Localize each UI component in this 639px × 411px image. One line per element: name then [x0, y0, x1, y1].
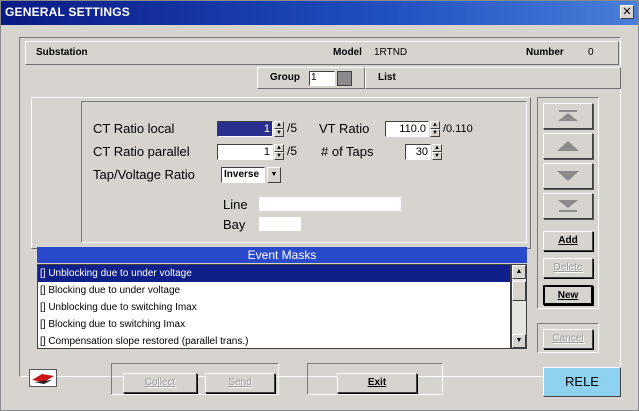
up-arrow-icon	[557, 141, 579, 151]
ct-ratio-local-input[interactable]: 1	[217, 121, 273, 137]
first-icon	[558, 110, 578, 121]
vt-ratio-spinner[interactable]: ▲ ▼	[430, 121, 440, 137]
taps-label: # of Taps	[321, 144, 374, 159]
list-item[interactable]: [] Unblocking due to under voltage	[38, 265, 510, 282]
group-panel: Group 1	[257, 67, 365, 89]
group-selector-button[interactable]	[337, 71, 352, 86]
event-masks-list[interactable]: [] Unblocking due to under voltage [] Bl…	[37, 264, 511, 349]
header-panel: Substation Model 1RTND Number 0	[25, 41, 619, 65]
general-settings-window: GENERAL SETTINGS ✕ Substation Model 1RTN…	[0, 0, 639, 411]
ct-ratio-parallel-unit: /5	[287, 144, 298, 158]
send-button[interactable]: Send	[205, 373, 275, 393]
title-bar: GENERAL SETTINGS ✕	[1, 1, 638, 25]
spin-down-icon[interactable]: ▼	[274, 129, 284, 137]
spin-up-icon[interactable]: ▲	[432, 144, 442, 152]
last-icon	[558, 200, 578, 212]
window-title: GENERAL SETTINGS	[5, 5, 130, 19]
vt-ratio-label: VT Ratio	[319, 121, 370, 136]
vt-ratio-unit: /0.110	[443, 123, 473, 135]
scroll-thumb[interactable]	[512, 281, 526, 301]
logo-icon	[32, 374, 54, 384]
ct-ratio-local-label: CT Ratio local	[93, 121, 175, 136]
ct-ratio-local-spinner[interactable]: ▲ ▼	[274, 121, 284, 137]
bay-label: Bay	[223, 217, 246, 232]
last-record-button[interactable]	[543, 193, 593, 219]
model-label: Model	[333, 47, 362, 58]
spin-down-icon[interactable]: ▼	[274, 152, 284, 160]
line-input[interactable]	[259, 197, 401, 211]
list-panel: List	[365, 67, 621, 89]
ct-ratio-parallel-input[interactable]: 1	[217, 144, 273, 160]
spin-up-icon[interactable]: ▲	[274, 144, 284, 152]
list-item[interactable]: [] Unblocking due to switching Imax	[38, 299, 510, 316]
model-value: 1RTND	[374, 47, 408, 58]
close-button[interactable]: ✕	[620, 5, 634, 19]
tap-voltage-ratio-label: Tap/Voltage Ratio	[93, 167, 195, 182]
collect-button[interactable]: Collect	[123, 373, 197, 393]
spin-up-icon[interactable]: ▲	[430, 121, 440, 129]
line-label: Line	[223, 197, 248, 212]
group-input[interactable]: 1	[309, 71, 335, 86]
scroll-up-icon[interactable]: ▲	[512, 265, 526, 279]
bay-input[interactable]	[259, 217, 301, 231]
vt-ratio-input[interactable]: 110.0	[385, 121, 429, 137]
down-arrow-icon	[557, 171, 579, 181]
taps-input[interactable]: 30	[405, 144, 431, 160]
new-button[interactable]: New	[543, 285, 593, 305]
exit-button[interactable]: Exit	[337, 373, 417, 393]
list-label: List	[378, 72, 396, 83]
ct-ratio-local-unit: /5	[287, 121, 298, 135]
list-item[interactable]: [] Blocking due to switching Imax	[38, 316, 510, 333]
substation-label: Substation	[36, 47, 88, 58]
list-item[interactable]: [] Blocking due to under voltage	[38, 282, 510, 299]
number-label: Number	[526, 47, 564, 58]
rele-indicator: RELE	[543, 367, 621, 397]
taps-spinner[interactable]: ▲ ▼	[432, 144, 442, 160]
first-record-button[interactable]	[543, 103, 593, 129]
number-value: 0	[588, 47, 594, 58]
ct-ratio-parallel-label: CT Ratio parallel	[93, 144, 190, 159]
scroll-down-icon[interactable]: ▼	[512, 334, 526, 348]
spin-down-icon[interactable]: ▼	[430, 129, 440, 137]
spin-down-icon[interactable]: ▼	[432, 152, 442, 160]
list-item[interactable]: [] Compensation slope restored (parallel…	[38, 333, 510, 348]
ct-ratio-parallel-spinner[interactable]: ▲ ▼	[274, 144, 284, 160]
cancel-button[interactable]: Cancel	[543, 329, 593, 349]
event-masks-header: Event Masks	[37, 247, 527, 263]
next-record-button[interactable]	[543, 163, 593, 189]
list-scrollbar[interactable]: ▲ ▼	[511, 264, 527, 349]
group-label: Group	[270, 72, 300, 83]
add-button[interactable]: Add	[543, 231, 593, 251]
tap-voltage-ratio-select[interactable]: Inverse	[221, 167, 265, 183]
spin-up-icon[interactable]: ▲	[274, 121, 284, 129]
dropdown-arrow-icon[interactable]: ▼	[267, 167, 281, 183]
delete-button[interactable]: Delete	[543, 258, 593, 278]
previous-record-button[interactable]	[543, 133, 593, 159]
company-logo	[29, 369, 57, 387]
